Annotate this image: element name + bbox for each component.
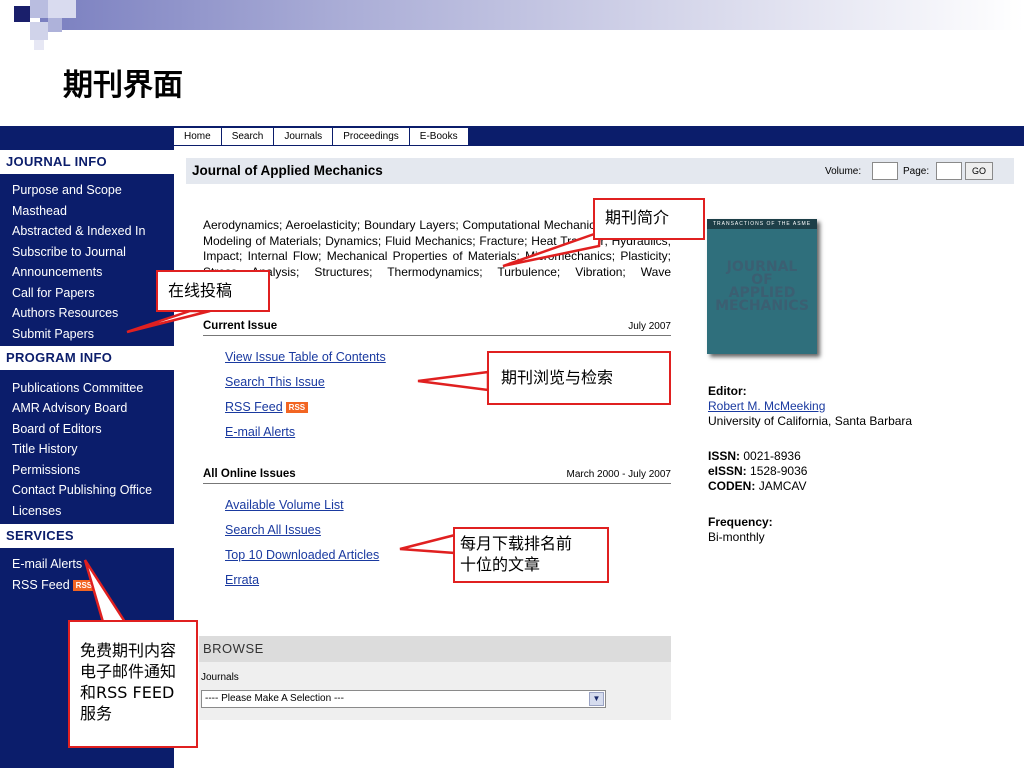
all-issues-date: March 2000 - July 2007: [566, 469, 671, 480]
browse-panel: BROWSE Journals ---- Please Make A Selec…: [199, 636, 671, 720]
all-issues-header: All Online Issues March 2000 - July 2007: [203, 468, 671, 484]
sidebar-item-submit-papers[interactable]: Submit Papers: [12, 326, 94, 342]
deco-square: [30, 0, 48, 18]
frequency-value: Bi-monthly: [708, 530, 765, 544]
sidebar-item-publications-committee[interactable]: Publications Committee: [12, 380, 143, 396]
link-errata[interactable]: Errata: [225, 573, 259, 587]
issn-value: 0021-8936: [743, 449, 801, 463]
sidebar-item-masthead[interactable]: Masthead: [12, 203, 67, 219]
sidebar-item-purpose-scope[interactable]: Purpose and Scope: [12, 182, 122, 198]
all-issues-label: All Online Issues: [203, 468, 296, 480]
callout-top10-line: 十位的文章: [460, 555, 541, 574]
link-volume-list[interactable]: Available Volume List: [225, 498, 344, 512]
sidebar-item-authors-resources[interactable]: Authors Resources: [12, 305, 118, 321]
volume-input[interactable]: [872, 162, 898, 180]
link-view-toc[interactable]: View Issue Table of Contents: [225, 350, 386, 364]
journal-title: Journal of Applied Mechanics: [192, 163, 383, 178]
deco-square: [34, 40, 44, 50]
deco-square: [48, 0, 76, 18]
go-button[interactable]: GO: [965, 162, 993, 180]
current-issue-header: Current Issue July 2007: [203, 320, 671, 336]
nav-tab-ebooks[interactable]: E-Books: [409, 128, 469, 145]
sidebar-item-announcements[interactable]: Announcements: [12, 264, 102, 280]
rss-icon: RSS: [72, 580, 96, 592]
sidebar-item-rss-feed[interactable]: RSS Feed RSS: [12, 577, 96, 593]
callout-top10-line: 每月下载排名前: [460, 534, 573, 553]
nav-tab-search[interactable]: Search: [221, 128, 275, 145]
sidebar-item-amr-advisory-board[interactable]: AMR Advisory Board: [12, 400, 127, 416]
page-input[interactable]: [936, 162, 962, 180]
sidebar-item-board-of-editors[interactable]: Board of Editors: [12, 421, 102, 437]
deco-square: [30, 22, 48, 40]
coden-label: CODEN:: [708, 479, 756, 493]
sidebar-item-email-alerts[interactable]: E-mail Alerts: [12, 556, 82, 572]
sidebar-heading-journal-info: JOURNAL INFO: [0, 150, 174, 174]
sidebar-heading-program-info: PROGRAM INFO: [0, 346, 174, 370]
nav-tab-journals[interactable]: Journals: [274, 128, 334, 145]
editor-block: Editor: Robert M. McMeeking University o…: [708, 384, 912, 429]
sidebar-item-title-history[interactable]: Title History: [12, 441, 78, 457]
journal-cover-image: TRANSACTIONS OF THE ASME JOURNAL OF APPL…: [707, 219, 817, 354]
nav-tab-home[interactable]: Home: [174, 128, 222, 145]
link-rss-feed[interactable]: RSS Feed RSS: [225, 400, 309, 414]
journal-select[interactable]: ---- Please Make A Selection --- ▼: [201, 690, 606, 708]
cover-title: JOURNAL OF APPLIED MECHANICS: [707, 260, 817, 314]
eissn-label: eISSN:: [708, 464, 747, 478]
link-email-alerts[interactable]: E-mail Alerts: [225, 425, 295, 439]
callout-online-submission: 在线投稿: [156, 270, 270, 312]
callout-top10: 每月下载排名前 十位的文章: [453, 527, 609, 583]
sidebar-heading-services: SERVICES: [0, 524, 174, 548]
callout-email-rss: 免费期刊内容电子邮件通知和RSS FEED 服务: [68, 620, 198, 748]
rss-icon: RSS: [285, 402, 309, 414]
top-navigation-bar: [0, 126, 1024, 146]
eissn-value: 1528-9036: [750, 464, 808, 478]
volume-label: Volume:: [825, 166, 862, 177]
page-label: Page:: [903, 166, 930, 177]
editor-link[interactable]: Robert M. McMeeking: [708, 399, 825, 413]
link-rss-label: RSS Feed: [225, 400, 283, 414]
slide-title: 期刊界面: [63, 68, 183, 103]
browse-heading: BROWSE: [199, 636, 671, 662]
callout-browse-search: 期刊浏览与检索: [487, 351, 671, 405]
frequency-block: Frequency: Bi-monthly: [708, 515, 773, 545]
sidebar-item-rss-label: RSS Feed: [12, 578, 70, 592]
coden-value: JAMCAV: [758, 479, 807, 493]
issn-label: ISSN:: [708, 449, 741, 463]
current-issue-label: Current Issue: [203, 320, 278, 332]
sidebar-item-abstracted-indexed[interactable]: Abstracted & Indexed In: [12, 223, 145, 239]
link-top10-downloaded[interactable]: Top 10 Downloaded Articles: [225, 548, 379, 562]
sidebar-item-permissions[interactable]: Permissions: [12, 462, 80, 478]
journal-title-bar: Journal of Applied Mechanics Volume: Pag…: [186, 158, 1014, 184]
cover-banner: TRANSACTIONS OF THE ASME: [707, 219, 817, 229]
nav-tab-proceedings[interactable]: Proceedings: [333, 128, 410, 145]
identifiers-block: ISSN: 0021-8936 eISSN: 1528-9036 CODEN: …: [708, 449, 807, 494]
current-issue-date: July 2007: [628, 321, 671, 332]
frequency-label: Frequency:: [708, 515, 773, 529]
top-navigation: Home Search Journals Proceedings E-Books: [174, 128, 469, 146]
sidebar-item-contact-publishing[interactable]: Contact Publishing Office: [12, 482, 152, 498]
journal-select-value: ---- Please Make A Selection ---: [205, 693, 344, 704]
link-search-all-issues[interactable]: Search All Issues: [225, 523, 321, 537]
browse-journals-label: Journals: [201, 672, 239, 683]
deco-square: [48, 18, 62, 32]
link-search-this-issue[interactable]: Search This Issue: [225, 375, 325, 389]
chevron-down-icon[interactable]: ▼: [589, 692, 604, 706]
callout-journal-intro: 期刊简介: [593, 198, 705, 240]
deco-square: [14, 6, 30, 22]
editor-affiliation: University of California, Santa Barbara: [708, 414, 913, 428]
slide-header-bar: [40, 0, 1024, 30]
sidebar-item-licenses[interactable]: Licenses: [12, 503, 61, 519]
editor-label: Editor:: [708, 384, 747, 398]
sidebar-item-subscribe[interactable]: Subscribe to Journal: [12, 244, 126, 260]
cover-line: MECHANICS: [715, 298, 809, 314]
sidebar-item-call-for-papers[interactable]: Call for Papers: [12, 285, 95, 301]
